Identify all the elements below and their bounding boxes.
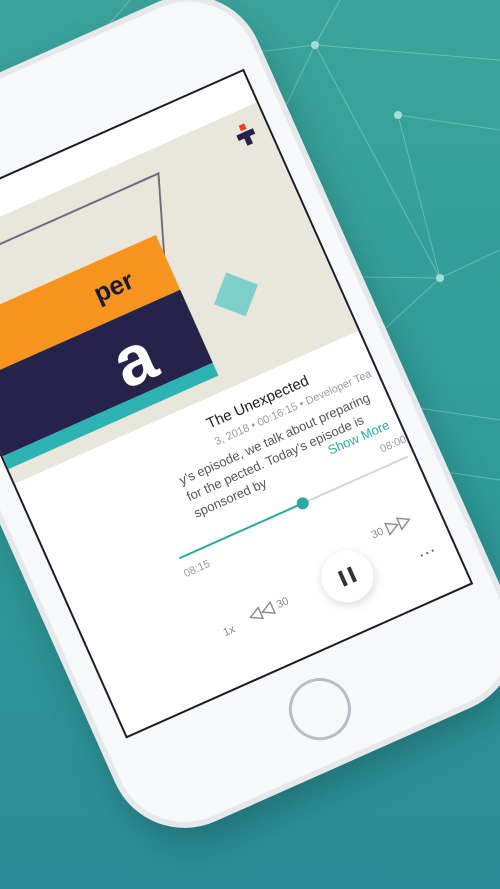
home-button (278, 668, 361, 751)
phone-frame: per a The Unexpected 3, 2018 • 00:16:15 … (0, 0, 500, 845)
developer-tea-logo-icon (236, 123, 256, 146)
pause-icon-bar (346, 566, 357, 583)
progress-knob[interactable] (294, 495, 311, 512)
phone-mockup-wrapper: per a The Unexpected 3, 2018 • 00:16:15 … (0, 0, 500, 889)
player-screen: per a The Unexpected 3, 2018 • 00:16:15 … (0, 68, 474, 739)
forward-seconds: 30 (369, 525, 386, 542)
pause-icon (337, 570, 348, 587)
more-dots-icon[interactable]: ... (413, 535, 438, 562)
forward-button[interactable]: 30 (369, 512, 413, 542)
rewind-30-icon (249, 600, 277, 620)
playback-speed-button[interactable]: 1x (221, 623, 237, 639)
forward-30-icon (384, 517, 412, 536)
rewind-button[interactable]: 30 (247, 594, 291, 624)
rewind-seconds: 30 (274, 595, 291, 612)
pause-button[interactable] (313, 542, 382, 611)
artwork-diamond (214, 272, 258, 317)
elapsed-time: 08:15 (182, 557, 213, 581)
